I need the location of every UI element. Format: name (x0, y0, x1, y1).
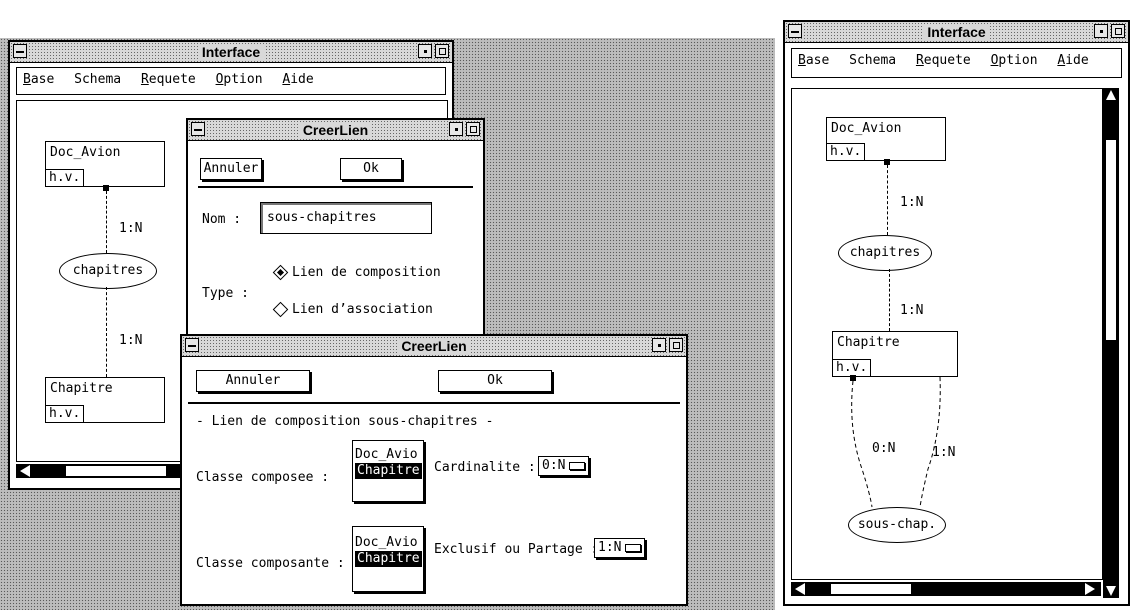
maximize-icon[interactable] (1111, 24, 1125, 38)
menu-requete[interactable]: Requete (916, 53, 971, 68)
association-radio[interactable] (272, 301, 289, 318)
separator (198, 186, 473, 188)
maximize-icon[interactable] (466, 122, 480, 136)
menu-schema[interactable]: Schema (74, 72, 121, 87)
title-bar[interactable]: Interface (785, 22, 1128, 43)
link-line (106, 191, 107, 253)
menu-base[interactable]: Base (23, 72, 54, 87)
scroll-left-icon[interactable] (795, 583, 805, 595)
menu-bar: Base Schema Requete Option Aide (791, 48, 1122, 78)
scroll-right-icon[interactable] (1085, 583, 1095, 595)
cancel-button[interactable]: Annuler (200, 158, 262, 180)
title-bar[interactable]: CreerLien (188, 120, 483, 141)
link-line-0n (851, 380, 873, 508)
class-tag: h.v. (46, 169, 85, 186)
classe-composee-list[interactable]: Doc_Avio Chapitre (352, 440, 424, 502)
horizontal-scrollbar[interactable] (791, 582, 1101, 596)
dialog-title: CreerLien (298, 122, 373, 138)
menu-requete[interactable]: Requete (141, 72, 196, 87)
type-label: Type : (202, 286, 249, 301)
minimize-icon[interactable] (652, 338, 666, 352)
composition-link-lines (851, 376, 941, 508)
menu-option[interactable]: Option (216, 72, 263, 87)
scroll-up-icon[interactable] (1106, 90, 1116, 100)
cardinalite-option-menu[interactable]: 0:N (538, 456, 590, 476)
option-composition-label[interactable]: Lien de composition (292, 265, 441, 280)
option-menu-icon (625, 543, 642, 552)
scroll-down-icon[interactable] (1106, 586, 1116, 596)
cardinality-label: 1:N (932, 445, 956, 460)
classe-composante-label: Classe composante : (196, 556, 345, 571)
list-item-selected[interactable]: Chapitre (353, 551, 423, 567)
schema-canvas[interactable]: Doc_Avion h.v. 1:N chapitres 1:N Chapitr… (791, 88, 1103, 580)
cardinality-label: 1:N (119, 333, 143, 348)
ok-button[interactable]: Ok (340, 158, 402, 180)
link-ellipse-sous-chap[interactable]: sous-chap. (848, 507, 946, 543)
vertical-scrollbar[interactable] (1103, 88, 1119, 598)
title-bar[interactable]: CreerLien (182, 336, 686, 357)
minimize-icon[interactable] (449, 122, 463, 136)
class-box-chapitre[interactable]: Chapitre h.v. (45, 377, 165, 423)
creer-lien-dialog-1: CreerLien Annuler Ok Nom : sous-chapitre… (186, 118, 485, 340)
classe-composee-label: Classe composee : (196, 470, 330, 485)
class-box-doc-avion[interactable]: Doc_Avion h.v. (45, 141, 165, 187)
list-item-selected[interactable]: Chapitre (353, 463, 423, 479)
composition-radio[interactable] (272, 264, 289, 281)
window-title: Interface (923, 24, 990, 40)
right-interface-window: Interface Base Schema Requete Option Aid… (783, 20, 1130, 606)
classe-composante-list[interactable]: Doc_Avio Chapitre (352, 526, 424, 592)
scroll-thumb[interactable] (66, 466, 166, 476)
class-tag: h.v. (46, 405, 85, 422)
link-ellipse-chapitres[interactable]: chapitres (59, 253, 157, 289)
separator (188, 402, 680, 404)
cardinalite-label: Cardinalite : (434, 460, 536, 475)
menu-aide[interactable]: Aide (282, 72, 313, 87)
menu-aide[interactable]: Aide (1057, 53, 1088, 68)
maximize-icon[interactable] (669, 338, 683, 352)
nom-label: Nom : (202, 212, 242, 227)
dialog-title: CreerLien (397, 338, 471, 354)
class-name: Chapitre (50, 381, 113, 396)
creer-lien-dialog-2: CreerLien Annuler Ok - Lien de compositi… (180, 334, 688, 606)
menu-option[interactable]: Option (991, 53, 1038, 68)
title-bar[interactable]: Interface (10, 42, 452, 63)
ok-button[interactable]: Ok (438, 370, 552, 392)
minimize-icon[interactable] (1094, 24, 1108, 38)
minimize-icon[interactable] (418, 44, 432, 58)
option-menu-icon (569, 461, 586, 470)
link-line (106, 287, 107, 377)
dialog-heading: - Lien de composition sous-chapitres - (196, 414, 494, 429)
menu-schema[interactable]: Schema (849, 53, 896, 68)
menu-bar: Base Schema Requete Option Aide (16, 67, 446, 95)
window-title: Interface (197, 44, 265, 60)
link-line-1n (919, 376, 941, 508)
scroll-thumb[interactable] (831, 584, 911, 594)
nom-input[interactable]: sous-chapitres (260, 202, 432, 234)
cardinality-label: 1:N (119, 221, 143, 236)
exclusif-option-menu[interactable]: 1:N (594, 538, 646, 558)
cancel-button[interactable]: Annuler (196, 370, 310, 392)
menu-base[interactable]: Base (798, 53, 829, 68)
scroll-left-icon[interactable] (20, 465, 30, 477)
cardinality-label: 0:N (872, 441, 896, 456)
exclusif-partage-label: Exclusif ou Partage : (434, 542, 599, 557)
scroll-thumb[interactable] (1106, 140, 1116, 340)
list-item[interactable]: Doc_Avio (353, 447, 423, 463)
class-name: Doc_Avion (50, 145, 121, 160)
option-association-label[interactable]: Lien d’association (292, 302, 433, 317)
list-item[interactable]: Doc_Avio (353, 535, 423, 551)
maximize-icon[interactable] (435, 44, 449, 58)
